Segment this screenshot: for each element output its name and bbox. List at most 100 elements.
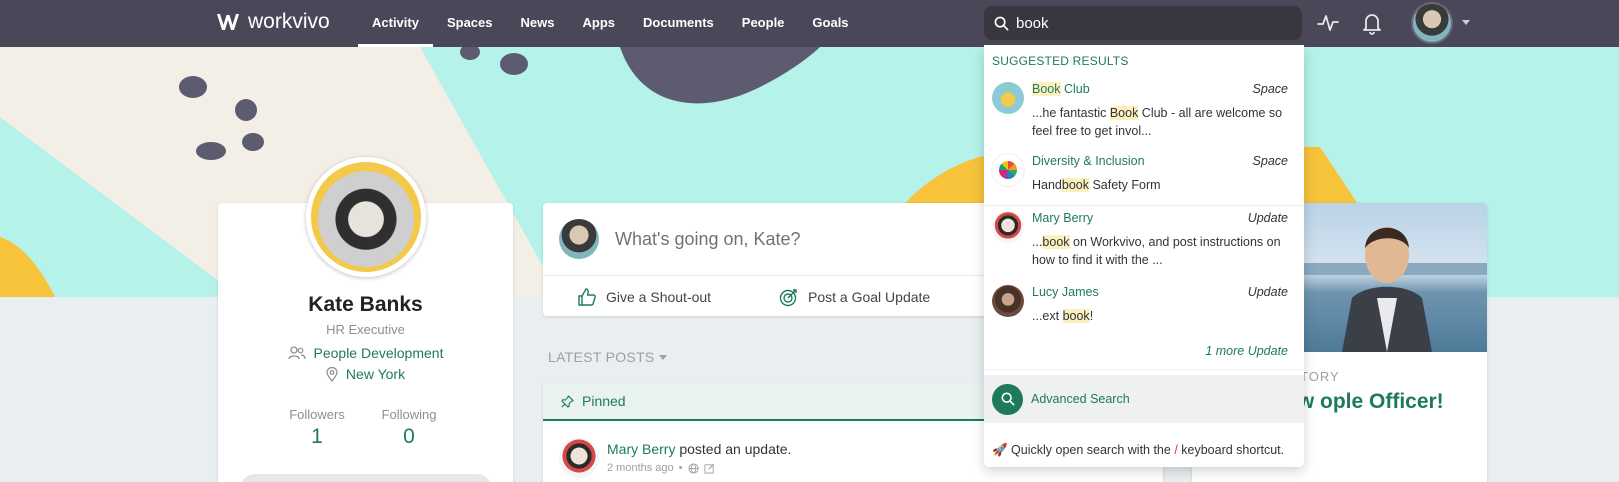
result-snippet: Handbook Safety Form <box>1032 176 1288 194</box>
composer-input[interactable]: What's going on, Kate? <box>615 229 801 250</box>
result-type: Space <box>1252 82 1288 96</box>
search-result-diversity-inclusion[interactable]: Diversity & Inclusion Space Handbook Saf… <box>984 154 1304 198</box>
top-navigation-bar: workvivo Activity Spaces News Apps Docum… <box>0 0 1619 47</box>
snippet-highlight: Book <box>1109 106 1139 120</box>
edit-icon[interactable] <box>703 463 715 474</box>
post-meta: 2 months ago • <box>607 462 715 474</box>
result-title-text: Lucy James <box>1032 285 1099 299</box>
followers-count[interactable]: 1 <box>272 425 362 449</box>
search-suggestions-dropdown: SUGGESTED RESULTS Book Club Space ...he … <box>984 45 1304 467</box>
snippet-text: ! <box>1089 309 1094 323</box>
snippet-text: ...he fantastic <box>1032 106 1110 120</box>
pin-icon <box>561 394 574 408</box>
followers-label: Followers <box>289 407 345 422</box>
location-label[interactable]: New York <box>346 366 405 382</box>
people-icon <box>287 346 306 360</box>
workvivo-logo[interactable]: workvivo <box>216 10 330 34</box>
snippet-highlight: book <box>1042 235 1070 249</box>
composer-avatar <box>559 219 599 259</box>
result-snippet: ...book on Workvivo, and post instructio… <box>1032 233 1288 269</box>
search-result-lucy-james[interactable]: Lucy James Update ...ext book! <box>984 285 1304 329</box>
post-action-text: posted an update. <box>675 441 792 457</box>
result-snippet: ...he fantastic Book Club - all are welc… <box>1032 104 1288 140</box>
lucy-james-avatar <box>992 285 1024 317</box>
post-time: 2 months ago <box>607 462 674 474</box>
nav-item-goals[interactable]: Goals <box>798 0 862 47</box>
result-title[interactable]: Lucy James <box>1032 285 1099 299</box>
nav-item-spaces[interactable]: Spaces <box>433 0 507 47</box>
nav-item-news[interactable]: News <box>507 0 569 47</box>
search-result-book-club[interactable]: Book Club Space ...he fantastic Book Clu… <box>984 82 1304 146</box>
nav-item-documents[interactable]: Documents <box>629 0 728 47</box>
post-author-avatar[interactable] <box>559 438 599 478</box>
more-updates-link[interactable]: 1 more Update <box>1205 344 1288 358</box>
snippet-text: on Workvivo, and post instructions on ho… <box>1032 235 1281 267</box>
result-title[interactable]: Diversity & Inclusion <box>1032 154 1145 168</box>
location-pin-icon <box>326 366 338 382</box>
workvivo-logo-icon <box>217 14 239 30</box>
give-shoutout-button[interactable]: Give a Shout-out <box>577 287 711 307</box>
following-label: Following <box>381 407 437 422</box>
diversity-space-icon <box>992 154 1024 186</box>
result-type: Space <box>1252 154 1288 168</box>
logo-text: workvivo <box>248 10 330 33</box>
chevron-down-icon[interactable] <box>1462 20 1470 25</box>
nav-item-people[interactable]: People <box>728 0 799 47</box>
story-kicker: TORY <box>1300 369 1340 384</box>
snippet-text: ... <box>1032 235 1043 249</box>
mary-berry-avatar <box>992 211 1024 243</box>
latest-posts-label: LATEST POSTS <box>548 349 655 365</box>
search-icon <box>994 16 1009 30</box>
result-divider <box>984 369 1304 370</box>
goal-update-label: Post a Goal Update <box>808 289 931 305</box>
snippet-text: Safety Form <box>1089 178 1161 192</box>
following-stat[interactable]: Following 0 <box>364 407 454 449</box>
result-title[interactable]: Book Club <box>1032 82 1090 96</box>
department-label[interactable]: People Development <box>314 345 444 361</box>
nav-item-activity[interactable]: Activity <box>358 0 433 47</box>
activity-pulse-icon[interactable] <box>1315 10 1341 36</box>
goal-target-icon <box>779 289 797 307</box>
followers-stat[interactable]: Followers 1 <box>272 407 362 449</box>
result-title-text: Diversity & Inclusion <box>1032 154 1145 168</box>
book-club-space-icon <box>992 82 1024 114</box>
result-title[interactable]: Mary Berry <box>1032 211 1093 225</box>
following-count[interactable]: 0 <box>364 425 454 449</box>
snippet-highlight: book <box>1061 178 1089 192</box>
globe-icon <box>687 462 699 474</box>
profile-action-button[interactable] <box>240 474 492 482</box>
shoutout-label: Give a Shout-out <box>606 289 712 305</box>
result-divider <box>984 205 1304 206</box>
advanced-search-button[interactable]: Advanced Search <box>984 375 1304 423</box>
snippet-highlight: book <box>1062 309 1090 323</box>
result-snippet: ...ext book! <box>1032 307 1288 325</box>
result-type: Update <box>1247 211 1288 225</box>
profile-name[interactable]: Kate Banks <box>218 293 513 317</box>
post-author-name[interactable]: Mary Berry <box>607 441 675 457</box>
search-result-mary-berry[interactable]: Mary Berry Update ...book on Workvivo, a… <box>984 211 1304 275</box>
snippet-text: Hand <box>1032 178 1062 192</box>
user-avatar[interactable] <box>1411 2 1453 44</box>
profile-department[interactable]: People Development <box>218 345 513 361</box>
latest-posts-filter[interactable]: LATEST POSTS <box>548 349 667 365</box>
snippet-text: ...ext <box>1032 309 1063 323</box>
result-title-text: Club <box>1060 82 1090 96</box>
result-title-text: Mary Berry <box>1032 211 1094 225</box>
search-box[interactable] <box>984 6 1302 40</box>
search-input[interactable] <box>1016 14 1286 32</box>
pinned-label: Pinned <box>582 393 626 409</box>
bell-icon[interactable] <box>1359 10 1385 36</box>
keyboard-shortcut-hint: 🚀 Quickly open search with the / keyboar… <box>992 443 1284 458</box>
profile-job-title: HR Executive <box>326 322 405 337</box>
post-goal-update-button[interactable]: Post a Goal Update <box>779 287 930 307</box>
meta-separator: • <box>678 462 683 474</box>
profile-photo[interactable] <box>306 157 426 277</box>
result-title-highlight: Book <box>1032 82 1061 96</box>
advanced-search-icon <box>992 383 1023 415</box>
thumbs-up-icon <box>578 288 596 306</box>
profile-location[interactable]: New York <box>218 366 513 382</box>
nav-item-apps[interactable]: Apps <box>568 0 629 47</box>
caret-down-icon <box>658 354 667 360</box>
advanced-search-label: Advanced Search <box>1031 392 1130 406</box>
shortcut-prefix: 🚀 Quickly open search with the <box>992 443 1175 457</box>
